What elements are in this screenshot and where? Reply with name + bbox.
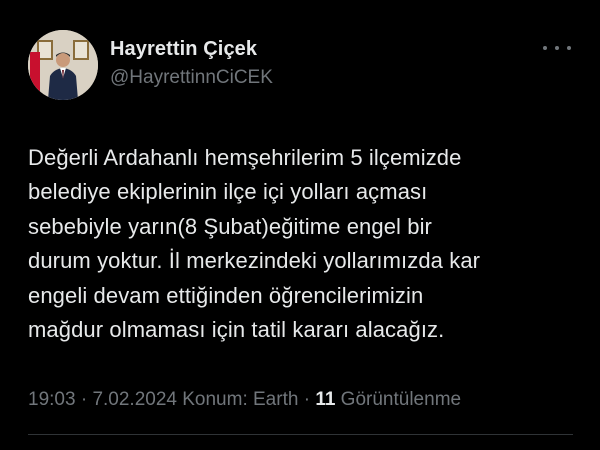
author-handle[interactable]: @HayrettinnCiCEK [110, 67, 273, 89]
more-dot [543, 46, 547, 50]
tweet-time[interactable]: 19:03 [28, 389, 76, 410]
avatar-image [28, 30, 98, 100]
tweet-card: Hayrettin Çiçek @HayrettinnCiCEK Değerli… [0, 0, 600, 450]
more-dot [555, 46, 559, 50]
tweet-text: Değerli Ardahanlı hemşehrilerim 5 ilçemi… [28, 145, 481, 343]
tweet-meta: 19:03 · 7.02.2024 Konum: Earth · 11 Görü… [28, 389, 461, 411]
tweet-location: Konum: Earth [176, 389, 299, 410]
meta-separator: · [298, 389, 316, 410]
avatar[interactable] [28, 30, 98, 100]
author-name[interactable]: Hayrettin Çiçek [110, 38, 257, 61]
views-count: 11 [315, 389, 336, 410]
divider [28, 434, 573, 435]
more-dot [567, 46, 571, 50]
more-horizontal-icon[interactable] [543, 38, 571, 58]
meta-separator: · [75, 389, 93, 410]
tweet-date[interactable]: 7.02.2024 [92, 389, 177, 410]
views-label: Görüntülenme [335, 389, 462, 410]
